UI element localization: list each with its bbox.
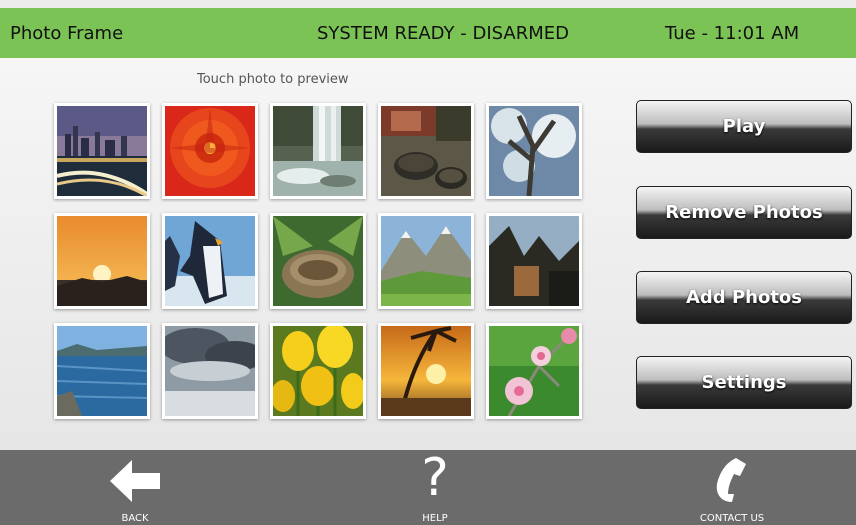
- add-photos-button[interactable]: Add Photos: [636, 271, 852, 324]
- contact-us-label: CONTACT US: [699, 513, 765, 524]
- help-label: HELP: [422, 513, 448, 524]
- contact-us-button[interactable]: CONTACT US: [690, 450, 774, 525]
- back-arrow-icon: [110, 460, 160, 502]
- phone-icon: [716, 458, 746, 502]
- photo-forest-rocks[interactable]: [486, 213, 582, 309]
- photo-frame-panel: Touch photo to preview Play Remove Photo…: [0, 58, 856, 450]
- photo-red-flower[interactable]: [162, 103, 258, 199]
- title-bar: Photo Frame SYSTEM READY - DISARMED Tue …: [0, 8, 856, 58]
- preview-hint: Touch photo to preview: [197, 72, 349, 87]
- photo-tropical-sunset[interactable]: [378, 323, 474, 419]
- photo-blossom-tree[interactable]: [486, 103, 582, 199]
- photo-yellow-tulips[interactable]: [270, 323, 366, 419]
- system-status: SYSTEM READY - DISARMED: [317, 23, 569, 44]
- photo-penguins[interactable]: [162, 213, 258, 309]
- photo-pink-blossoms[interactable]: [486, 323, 582, 419]
- bottom-nav: BACK ? HELP CONTACT US: [0, 448, 856, 525]
- question-mark-icon: ?: [421, 448, 449, 508]
- photo-grid: [54, 103, 582, 421]
- play-button[interactable]: Play: [636, 100, 852, 153]
- help-button[interactable]: ? HELP: [400, 448, 470, 525]
- photo-storm-clouds[interactable]: [162, 323, 258, 419]
- photo-sunset[interactable]: [54, 213, 150, 309]
- photo-tortoises[interactable]: [378, 103, 474, 199]
- back-button[interactable]: BACK: [100, 450, 170, 525]
- photo-lake[interactable]: [54, 323, 150, 419]
- app-title: Photo Frame: [10, 23, 124, 44]
- back-label: BACK: [121, 513, 149, 524]
- remove-photos-button[interactable]: Remove Photos: [636, 186, 852, 239]
- settings-button[interactable]: Settings: [636, 356, 852, 409]
- photo-city-skyline[interactable]: [54, 103, 150, 199]
- photo-waterfall[interactable]: [270, 103, 366, 199]
- photo-bird-nest[interactable]: [270, 213, 366, 309]
- date-time: Tue - 11:01 AM: [665, 23, 800, 44]
- photo-mountain-valley[interactable]: [378, 213, 474, 309]
